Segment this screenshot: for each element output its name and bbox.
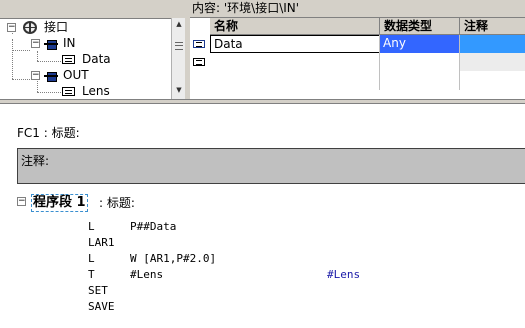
stl-operator: T (88, 268, 95, 281)
network-title[interactable]: : 标题: (99, 194, 135, 212)
stl-line[interactable]: L P##Data (0, 219, 525, 235)
stl-operator: SAVE (88, 300, 115, 313)
content-path-bar: 内容: '环境\接口\IN' (190, 0, 525, 18)
cell-name[interactable]: Data (210, 35, 380, 53)
stl-operand: P##Data (130, 220, 177, 233)
tree-label-data: Data (82, 52, 111, 66)
stl-editor[interactable]: FC1 : 标题: 注释: − 程序段 1 : 标题: L P##Data LA… (0, 104, 525, 328)
row-gutter (190, 18, 210, 99)
stl-line[interactable]: SET (0, 283, 525, 299)
stl-line[interactable]: LAR1 (0, 235, 525, 251)
cell-comment-new[interactable] (460, 53, 525, 71)
stl-operator: LAR1 (88, 236, 115, 249)
tree-node-out[interactable]: − OUT (0, 68, 171, 83)
tree-scrollbar[interactable]: ▲ ▼ (171, 18, 185, 99)
collapse-icon[interactable]: − (31, 71, 40, 80)
stl-line[interactable]: SAVE (0, 299, 525, 315)
stl-operator: L (88, 220, 95, 233)
tree-label-in: IN (63, 36, 76, 50)
cell-name-new[interactable] (210, 53, 380, 71)
input-port-icon (44, 39, 58, 50)
current-row-icon (193, 40, 205, 48)
cell-type-new[interactable] (380, 53, 460, 71)
tree-label-out: OUT (63, 68, 89, 82)
variable-table: 名称 数据类型 注释 Data Any (190, 18, 525, 99)
stl-operand: W [AR1,P#2.0] (130, 252, 217, 265)
interface-icon (23, 21, 37, 34)
column-header-name[interactable]: 名称 (210, 18, 380, 35)
grid-divider (379, 35, 380, 90)
stl-line[interactable]: L W [AR1,P#2.0] (0, 251, 525, 267)
stl-operator: SET (88, 284, 108, 297)
tree-node-lens[interactable]: Lens (0, 84, 171, 99)
parameter-icon (62, 87, 75, 96)
stl-operator: L (88, 252, 95, 265)
block-comment[interactable]: 注释: (17, 148, 525, 184)
new-row-icon (193, 58, 205, 66)
collapse-icon[interactable]: − (31, 39, 40, 48)
tree-node-data[interactable]: Data (0, 52, 171, 67)
cell-comment[interactable] (460, 35, 525, 53)
block-title[interactable]: FC1 : 标题: (17, 124, 80, 141)
output-port-icon (44, 71, 58, 82)
stl-operand: #Lens (130, 268, 164, 281)
scroll-down-icon[interactable]: ▼ (172, 86, 186, 94)
tree-node-in[interactable]: − IN (0, 36, 171, 51)
tree-label-lens: Lens (82, 84, 110, 98)
cell-type[interactable]: Any (380, 35, 460, 53)
interface-panel: 内容: '环境\接口\IN' − 接口 − IN Data − OUT Lens… (0, 0, 525, 99)
interface-tree[interactable]: − 接口 − IN Data − OUT Lens (0, 18, 171, 99)
network-label[interactable]: 程序段 1 (31, 194, 88, 212)
scroll-grip-icon[interactable] (175, 42, 183, 50)
comment-label: 注释: (21, 154, 50, 168)
collapse-icon[interactable]: − (7, 23, 16, 32)
parameter-icon (62, 55, 75, 64)
column-header-type[interactable]: 数据类型 (380, 18, 460, 35)
tree-label-interface: 接口 (44, 20, 69, 34)
collapse-icon[interactable]: − (17, 197, 26, 206)
scroll-up-icon[interactable]: ▲ (172, 20, 186, 28)
column-header-comment[interactable]: 注释 (460, 18, 525, 35)
tree-node-interface[interactable]: − 接口 (0, 20, 171, 35)
grid-divider (459, 35, 460, 90)
stl-line[interactable]: T #Lens #Lens (0, 267, 525, 283)
stl-comment: #Lens (327, 268, 361, 281)
